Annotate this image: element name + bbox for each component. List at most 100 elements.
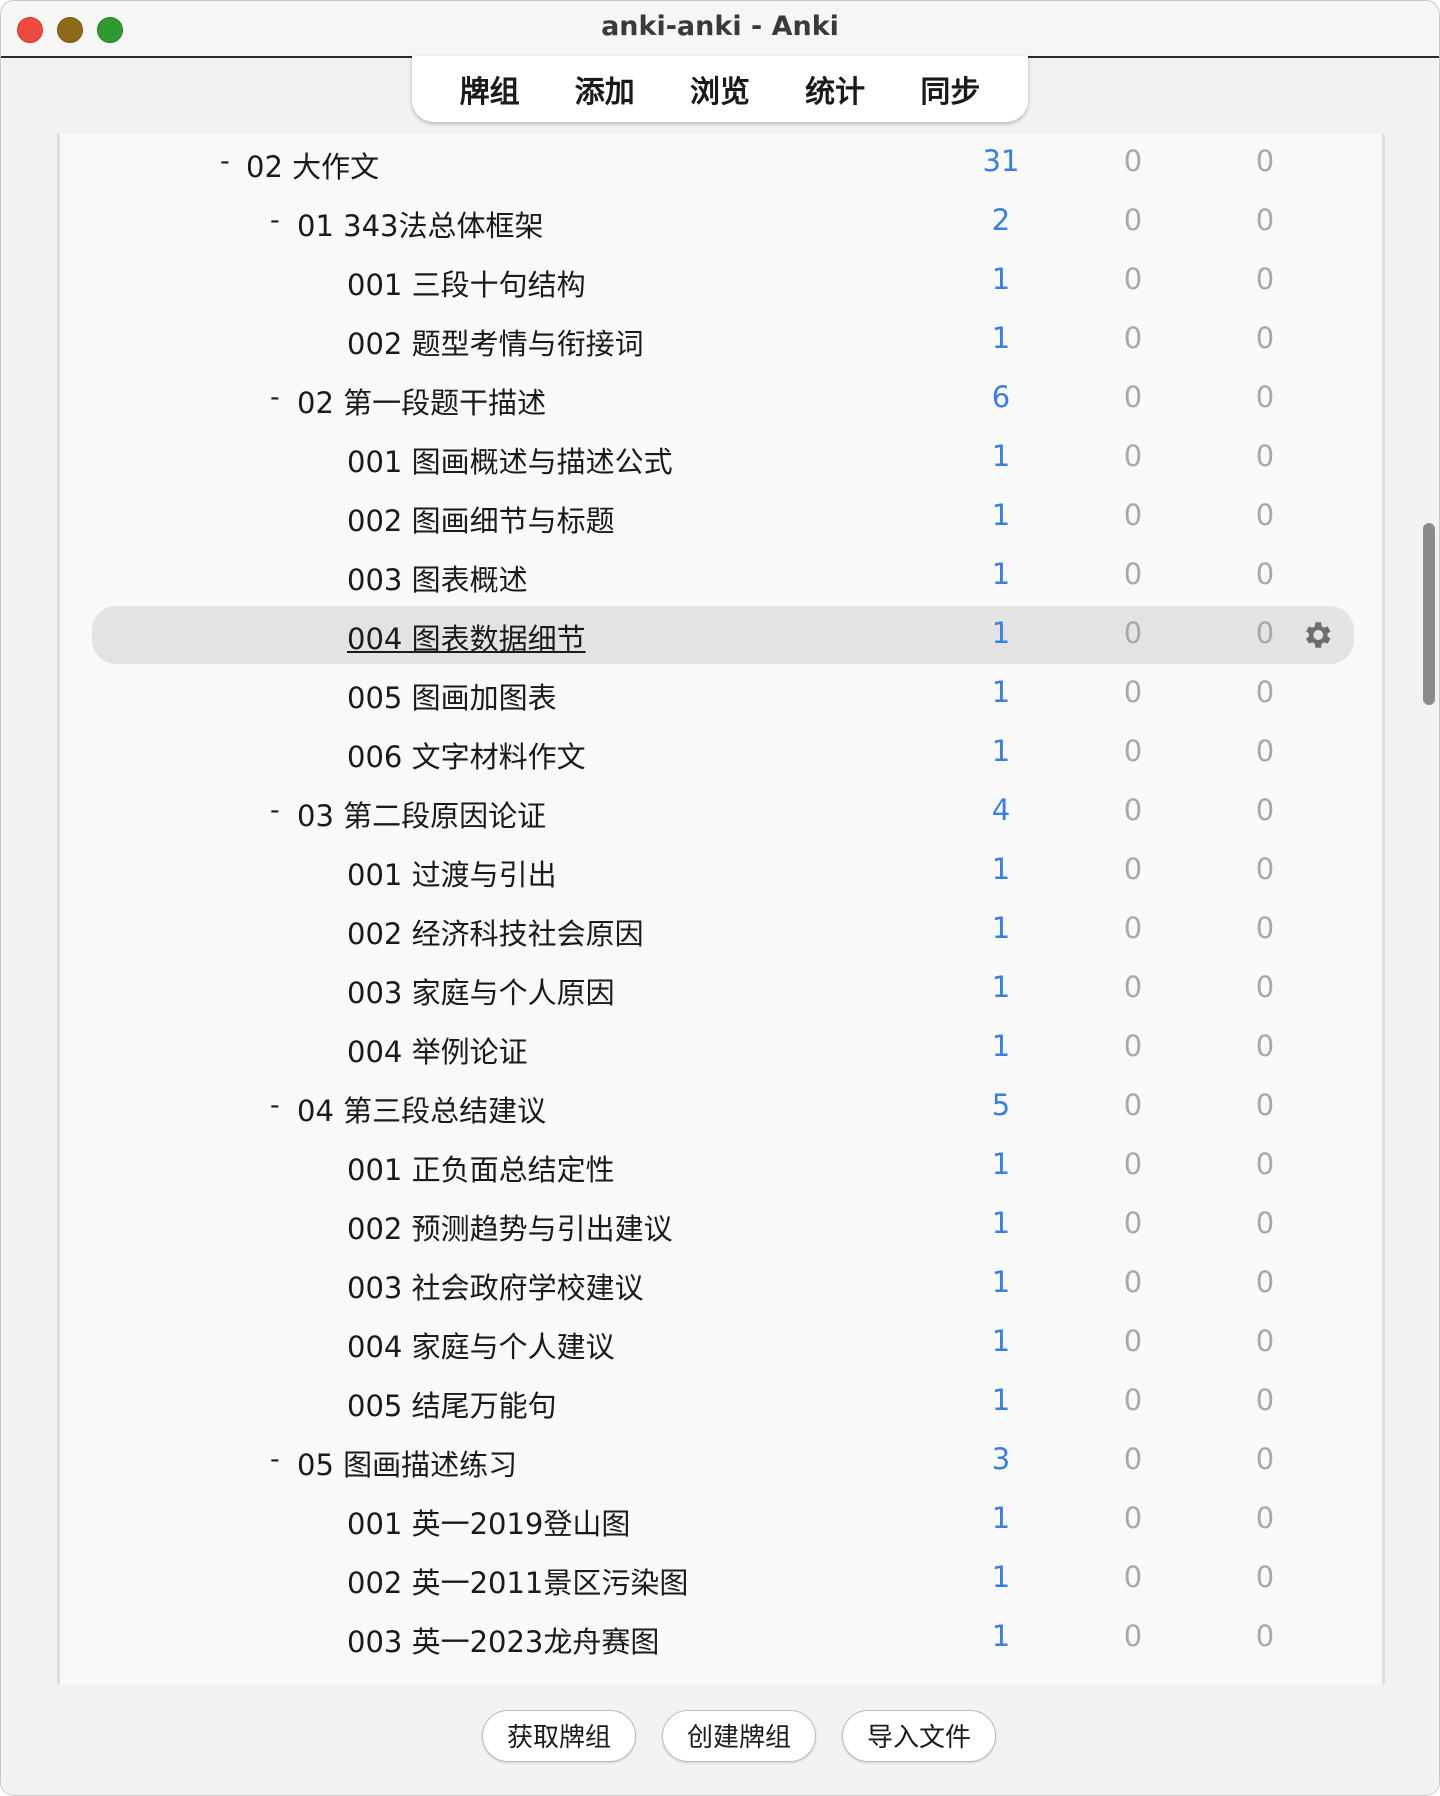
- learn-count: 0: [1123, 203, 1143, 237]
- deck-name[interactable]: 003 英一2023龙舟赛图: [347, 1619, 659, 1661]
- new-count: 1: [991, 1029, 1011, 1063]
- new-count: 1: [991, 911, 1011, 945]
- collapse-toggle[interactable]: -: [220, 146, 230, 177]
- deck-row[interactable]: 004 家庭与个人建议 1 0 0: [92, 1314, 1354, 1372]
- due-count: 0: [1255, 1206, 1275, 1240]
- new-count: 1: [991, 1619, 1011, 1653]
- deck-name[interactable]: 003 社会政府学校建议: [347, 1265, 644, 1307]
- deck-name[interactable]: 004 图表数据细节: [347, 616, 586, 658]
- deck-row[interactable]: -04 第三段总结建议 5 0 0: [92, 1078, 1354, 1136]
- deck-name[interactable]: 002 图画细节与标题: [347, 498, 615, 540]
- import-file-button[interactable]: 导入文件: [842, 1710, 996, 1762]
- deck-row[interactable]: 001 过渡与引出 1 0 0: [92, 842, 1354, 900]
- deck-row[interactable]: 003 社会政府学校建议 1 0 0: [92, 1255, 1354, 1313]
- toolbar-sync[interactable]: 同步: [920, 67, 980, 111]
- learn-count: 0: [1123, 675, 1143, 709]
- gear-icon[interactable]: [1300, 618, 1334, 652]
- deck-name[interactable]: 001 图画概述与描述公式: [347, 439, 673, 481]
- deck-name[interactable]: 01 343法总体框架: [297, 203, 543, 245]
- deck-name[interactable]: 002 题型考情与衔接词: [347, 321, 644, 363]
- collapse-toggle[interactable]: -: [270, 382, 280, 413]
- new-count: 1: [991, 498, 1011, 532]
- collapse-toggle[interactable]: -: [270, 1090, 280, 1121]
- new-count: 1: [991, 734, 1011, 768]
- learn-count: 0: [1123, 1147, 1143, 1181]
- get-shared-decks-button[interactable]: 获取牌组: [482, 1710, 636, 1762]
- deck-name[interactable]: 002 经济科技社会原因: [347, 911, 644, 953]
- deck-row[interactable]: 005 结尾万能句 1 0 0: [92, 1373, 1354, 1431]
- deck-row[interactable]: 002 英一2011景区污染图 1 0 0: [92, 1550, 1354, 1608]
- deck-row[interactable]: 002 图画细节与标题 1 0 0: [92, 488, 1354, 546]
- new-count: 1: [991, 1560, 1011, 1594]
- learn-count: 0: [1123, 911, 1143, 945]
- due-count: 0: [1255, 380, 1275, 414]
- deck-list-scrollbar[interactable]: [1423, 523, 1435, 705]
- new-count: 1: [991, 616, 1011, 650]
- learn-count: 0: [1123, 557, 1143, 591]
- deck-name[interactable]: 003 图表概述: [347, 557, 528, 599]
- deck-row[interactable]: 003 家庭与个人原因 1 0 0: [92, 960, 1354, 1018]
- deck-name[interactable]: 001 三段十句结构: [347, 262, 586, 304]
- deck-name[interactable]: 006 文字材料作文: [347, 734, 586, 776]
- toolbar-browse[interactable]: 浏览: [690, 67, 750, 111]
- deck-name[interactable]: 002 预测趋势与引出建议: [347, 1206, 673, 1248]
- toolbar-stats[interactable]: 统计: [805, 67, 865, 111]
- deck-row[interactable]: -02 大作文 31 0 0: [92, 134, 1354, 192]
- learn-count: 0: [1123, 144, 1143, 178]
- deck-row[interactable]: 003 图表概述 1 0 0: [92, 547, 1354, 605]
- due-count: 0: [1255, 1619, 1275, 1653]
- due-count: 0: [1255, 144, 1275, 178]
- create-deck-button[interactable]: 创建牌组: [662, 1710, 816, 1762]
- learn-count: 0: [1123, 1501, 1143, 1535]
- toolbar-decks[interactable]: 牌组: [460, 67, 520, 111]
- deck-name[interactable]: 004 家庭与个人建议: [347, 1324, 615, 1366]
- learn-count: 0: [1123, 1619, 1143, 1653]
- deck-name[interactable]: 004 举例论证: [347, 1029, 528, 1071]
- deck-row[interactable]: 006 文字材料作文 1 0 0: [92, 724, 1354, 782]
- collapse-toggle[interactable]: -: [270, 205, 280, 236]
- learn-count: 0: [1123, 321, 1143, 355]
- deck-name[interactable]: 005 结尾万能句: [347, 1383, 557, 1425]
- new-count: 1: [991, 1501, 1011, 1535]
- learn-count: 0: [1123, 498, 1143, 532]
- deck-row[interactable]: 001 英一2019登山图 1 0 0: [92, 1491, 1354, 1549]
- deck-name[interactable]: 001 过渡与引出: [347, 852, 557, 894]
- deck-name[interactable]: 002 英一2011景区污染图: [347, 1560, 688, 1602]
- due-count: 0: [1255, 439, 1275, 473]
- learn-count: 0: [1123, 1324, 1143, 1358]
- deck-row[interactable]: 005 图画加图表 1 0 0: [92, 665, 1354, 723]
- collapse-toggle[interactable]: -: [270, 1444, 280, 1475]
- deck-row[interactable]: 002 经济科技社会原因 1 0 0: [92, 901, 1354, 959]
- deck-row[interactable]: 004 举例论证 1 0 0: [92, 1019, 1354, 1077]
- deck-row[interactable]: 004 图表数据细节 1 0 0: [92, 606, 1354, 664]
- deck-row[interactable]: 002 题型考情与衔接词 1 0 0: [92, 311, 1354, 369]
- deck-name[interactable]: 02 大作文: [246, 144, 379, 186]
- new-count: 1: [991, 1383, 1011, 1417]
- deck-row[interactable]: -03 第二段原因论证 4 0 0: [92, 783, 1354, 841]
- new-count: 31: [982, 144, 1020, 178]
- deck-name[interactable]: 03 第二段原因论证: [297, 793, 546, 835]
- due-count: 0: [1255, 557, 1275, 591]
- due-count: 0: [1255, 203, 1275, 237]
- deck-row[interactable]: -02 第一段题干描述 6 0 0: [92, 370, 1354, 428]
- deck-row[interactable]: 001 图画概述与描述公式 1 0 0: [92, 429, 1354, 487]
- collapse-toggle[interactable]: -: [270, 795, 280, 826]
- deck-row[interactable]: 001 三段十句结构 1 0 0: [92, 252, 1354, 310]
- toolbar-add[interactable]: 添加: [575, 67, 635, 111]
- learn-count: 0: [1123, 1442, 1143, 1476]
- learn-count: 0: [1123, 970, 1143, 1004]
- new-count: 1: [991, 262, 1011, 296]
- deck-name[interactable]: 003 家庭与个人原因: [347, 970, 615, 1012]
- deck-row[interactable]: 001 正负面总结定性 1 0 0: [92, 1137, 1354, 1195]
- deck-name[interactable]: 04 第三段总结建议: [297, 1088, 546, 1130]
- deck-name[interactable]: 005 图画加图表: [347, 675, 557, 717]
- deck-row[interactable]: 002 预测趋势与引出建议 1 0 0: [92, 1196, 1354, 1254]
- deck-name[interactable]: 001 英一2019登山图: [347, 1501, 630, 1543]
- deck-name[interactable]: 001 正负面总结定性: [347, 1147, 615, 1189]
- deck-row[interactable]: 003 英一2023龙舟赛图 1 0 0: [92, 1609, 1354, 1667]
- deck-name[interactable]: 02 第一段题干描述: [297, 380, 546, 422]
- deck-row[interactable]: -01 343法总体框架 2 0 0: [92, 193, 1354, 251]
- deck-name[interactable]: 05 图画描述练习: [297, 1442, 517, 1484]
- due-count: 0: [1255, 1442, 1275, 1476]
- deck-row[interactable]: -05 图画描述练习 3 0 0: [92, 1432, 1354, 1490]
